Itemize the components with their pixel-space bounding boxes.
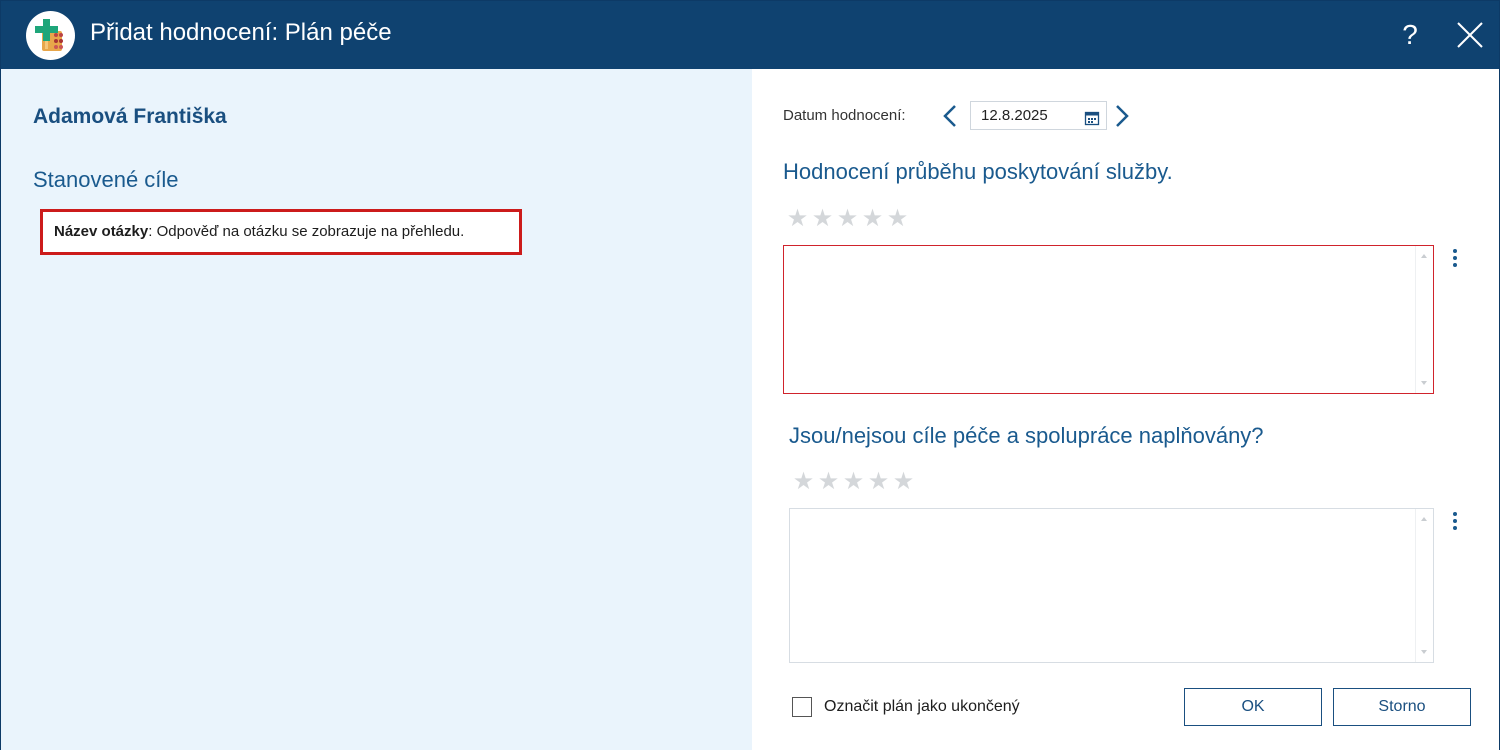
question-separator: : xyxy=(148,223,157,240)
star-icon[interactable]: ★ xyxy=(885,207,910,231)
question-1-rating[interactable]: ★ ★ ★ ★ ★ xyxy=(785,207,910,231)
question-preview: Název otázky: Odpověď na otázku se zobra… xyxy=(40,209,522,255)
ok-button[interactable]: OK xyxy=(1184,688,1322,726)
question-2-answer-textarea[interactable] xyxy=(789,508,1434,663)
kebab-menu-icon[interactable] xyxy=(1448,510,1462,536)
star-icon[interactable]: ★ xyxy=(866,470,891,494)
star-icon[interactable]: ★ xyxy=(835,207,860,231)
cancel-button[interactable]: Storno xyxy=(1333,688,1471,726)
question-2-rating[interactable]: ★ ★ ★ ★ ★ xyxy=(791,470,916,494)
star-icon[interactable]: ★ xyxy=(841,470,866,494)
star-icon[interactable]: ★ xyxy=(791,470,816,494)
goals-section-title: Stanovené cíle xyxy=(33,167,179,192)
app-logo-icon xyxy=(26,11,75,60)
title-bar: Přidat hodnocení: Plán péče ? xyxy=(1,1,1499,69)
question-1-answer-textarea[interactable] xyxy=(783,245,1434,394)
chevron-right-icon[interactable] xyxy=(1113,103,1131,129)
question-1-scrollbar[interactable] xyxy=(1415,246,1433,393)
help-icon[interactable]: ? xyxy=(1395,15,1425,55)
date-label: Datum hodnocení: xyxy=(783,107,906,124)
question-label: Název otázky xyxy=(54,223,149,240)
calendar-icon[interactable] xyxy=(1084,108,1100,126)
patient-name: Adamová Františka xyxy=(33,105,227,128)
kebab-menu-icon[interactable] xyxy=(1448,247,1462,273)
date-value: 12.8.2025 xyxy=(981,107,1048,124)
question-2-heading: Jsou/nejsou cíle péče a spolupráce naplň… xyxy=(789,423,1264,448)
window-title: Přidat hodnocení: Plán péče xyxy=(90,19,392,46)
star-icon[interactable]: ★ xyxy=(891,470,916,494)
star-icon[interactable]: ★ xyxy=(816,470,841,494)
finish-plan-label[interactable]: Označit plán jako ukončený xyxy=(824,698,1020,716)
left-panel: Adamová Františka Stanovené cíle Název o… xyxy=(1,69,752,750)
close-icon[interactable] xyxy=(1452,17,1488,53)
date-field[interactable]: 12.8.2025 xyxy=(970,101,1107,130)
chevron-left-icon[interactable] xyxy=(941,103,959,129)
question-1-heading: Hodnocení průběhu poskytování služby. xyxy=(783,159,1173,184)
question-2-scrollbar[interactable] xyxy=(1415,509,1433,662)
dialog-window: Přidat hodnocení: Plán péče ? Adamová Fr… xyxy=(0,0,1500,750)
right-panel: Datum hodnocení: 12.8.2025 Hodnocení prů… xyxy=(752,69,1499,750)
star-icon[interactable]: ★ xyxy=(810,207,835,231)
finish-plan-checkbox[interactable] xyxy=(792,697,812,717)
question-text: Odpověď na otázku se zobrazuje na přehle… xyxy=(156,223,465,240)
star-icon[interactable]: ★ xyxy=(785,207,810,231)
star-icon[interactable]: ★ xyxy=(860,207,885,231)
